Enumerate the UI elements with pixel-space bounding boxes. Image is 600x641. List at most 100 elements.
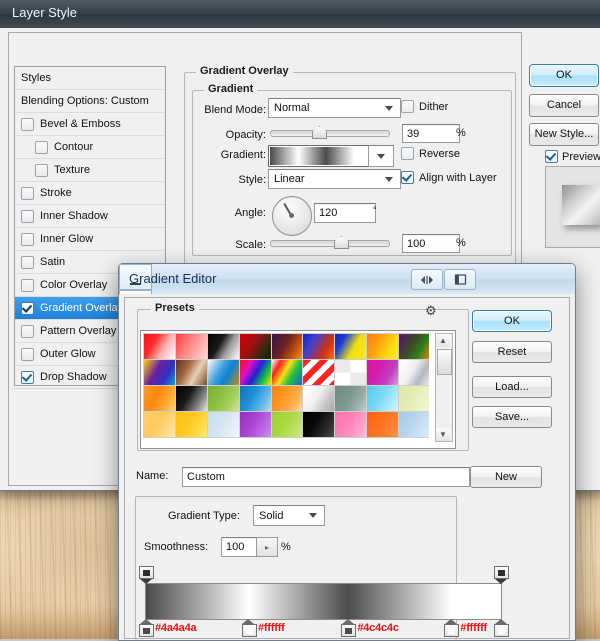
opacity-stop[interactable]: [494, 566, 507, 581]
preset-swatch[interactable]: [302, 411, 335, 438]
preset-swatch[interactable]: [239, 385, 272, 412]
dither-checkbox-row[interactable]: Dither: [401, 100, 448, 113]
sidebar-item-inner-glow[interactable]: Inner Glow: [15, 228, 165, 251]
preset-swatch[interactable]: [398, 333, 429, 360]
sidebar-item-bevel-emboss[interactable]: Bevel & Emboss: [15, 113, 165, 136]
angle-dial[interactable]: [272, 196, 312, 236]
reverse-checkbox[interactable]: [401, 147, 414, 160]
effect-checkbox[interactable]: [21, 325, 34, 338]
preset-swatch[interactable]: [302, 333, 335, 360]
gradient-name-input[interactable]: Custom: [182, 467, 470, 487]
preset-swatch[interactable]: [143, 333, 176, 360]
preset-swatch[interactable]: [175, 385, 208, 412]
effect-checkbox[interactable]: [21, 302, 34, 315]
gradient-editor-save-button[interactable]: Save...: [472, 406, 552, 428]
preset-swatch[interactable]: [207, 411, 240, 438]
scale-slider[interactable]: [270, 240, 390, 247]
preset-swatch[interactable]: [175, 359, 208, 386]
preset-swatch[interactable]: [366, 333, 399, 360]
color-stop[interactable]: [444, 619, 457, 635]
effect-checkbox[interactable]: [21, 187, 34, 200]
gradient-style-select[interactable]: Linear: [268, 169, 401, 189]
preset-swatch[interactable]: [239, 333, 272, 360]
sidebar-item-blending-options[interactable]: Blending Options: Custom: [15, 90, 165, 113]
scrollbar-thumb[interactable]: [437, 349, 452, 375]
color-stop[interactable]: [242, 619, 255, 635]
color-stop[interactable]: [494, 619, 507, 635]
new-style-button[interactable]: New Style...: [529, 123, 599, 146]
gradient-preview-button[interactable]: [268, 145, 370, 167]
preset-swatch[interactable]: [334, 359, 367, 386]
scroll-up-button[interactable]: ▲: [436, 334, 450, 347]
effect-checkbox[interactable]: [21, 118, 34, 131]
effect-checkbox[interactable]: [21, 233, 34, 246]
preset-swatch[interactable]: [334, 333, 367, 360]
reverse-checkbox-row[interactable]: Reverse: [401, 147, 460, 160]
preset-swatch[interactable]: [334, 411, 367, 438]
gradient-editor-load-button[interactable]: Load...: [472, 376, 552, 398]
preview-checkbox[interactable]: [545, 150, 558, 163]
preset-swatch[interactable]: [143, 359, 176, 386]
preset-swatch[interactable]: [366, 359, 399, 386]
scroll-down-button[interactable]: ▼: [436, 428, 450, 441]
preset-swatch[interactable]: [302, 385, 335, 412]
effect-checkbox[interactable]: [21, 210, 34, 223]
smoothness-stepper[interactable]: ▸: [256, 537, 278, 557]
opacity-input[interactable]: 39: [402, 124, 460, 143]
nav-arrows-icon[interactable]: [411, 269, 443, 290]
preset-swatch[interactable]: [271, 359, 304, 386]
preset-swatch[interactable]: [143, 411, 176, 438]
color-stop[interactable]: [139, 619, 152, 635]
opacity-slider[interactable]: [270, 130, 390, 137]
preset-swatch[interactable]: [143, 385, 176, 412]
gradient-editor-ok-button[interactable]: OK: [472, 310, 552, 332]
gear-icon[interactable]: ⚙: [425, 303, 437, 319]
gradient-strip[interactable]: [145, 583, 502, 620]
effect-checkbox[interactable]: [21, 348, 34, 361]
gradient-type-select[interactable]: Solid: [253, 505, 325, 526]
angle-input[interactable]: 120: [314, 203, 376, 223]
preset-swatch[interactable]: [271, 333, 304, 360]
preset-swatch[interactable]: [207, 333, 240, 360]
effect-checkbox[interactable]: [21, 279, 34, 292]
effect-checkbox[interactable]: [35, 164, 48, 177]
effect-checkbox[interactable]: [21, 371, 34, 384]
preset-swatch[interactable]: [207, 359, 240, 386]
layer-style-titlebar[interactable]: Layer Style: [0, 0, 600, 28]
layer-style-cancel-button[interactable]: Cancel: [529, 94, 599, 117]
preview-checkbox-row[interactable]: Preview: [545, 150, 600, 163]
preset-swatch[interactable]: [175, 333, 208, 360]
dock-icon[interactable]: [444, 269, 476, 290]
color-stop[interactable]: [341, 619, 354, 635]
presets-swatch-box[interactable]: ▲ ▼: [140, 330, 456, 449]
gradient-editor-reset-button[interactable]: Reset: [472, 341, 552, 363]
new-gradient-button[interactable]: New: [470, 466, 542, 488]
preset-swatch[interactable]: [239, 359, 272, 386]
align-with-layer-row[interactable]: Align with Layer: [401, 171, 497, 184]
preset-swatch[interactable]: [239, 411, 272, 438]
preset-swatch[interactable]: [366, 385, 399, 412]
effect-checkbox[interactable]: [35, 141, 48, 154]
effect-checkbox[interactable]: [21, 256, 34, 269]
preset-swatch[interactable]: [366, 411, 399, 438]
preset-swatch[interactable]: [398, 385, 429, 412]
preset-swatch[interactable]: [398, 359, 429, 386]
sidebar-item-texture[interactable]: Texture: [15, 159, 165, 182]
preset-swatch[interactable]: [271, 385, 304, 412]
gradient-editor-titlebar[interactable]: Gradient Editor ✕: [119, 264, 575, 295]
preset-swatch[interactable]: [271, 411, 304, 438]
dither-checkbox[interactable]: [401, 100, 414, 113]
preset-swatch[interactable]: [398, 411, 429, 438]
presets-scrollbar[interactable]: ▲ ▼: [435, 333, 453, 442]
scale-input[interactable]: 100: [402, 234, 460, 253]
align-with-layer-checkbox[interactable]: [401, 171, 414, 184]
gradient-picker-dropdown[interactable]: [368, 145, 394, 167]
preset-swatch[interactable]: [207, 385, 240, 412]
opacity-stop[interactable]: [139, 566, 152, 581]
sidebar-item-stroke[interactable]: Stroke: [15, 182, 165, 205]
preset-swatch[interactable]: [175, 411, 208, 438]
preset-swatch[interactable]: [334, 385, 367, 412]
sidebar-item-contour[interactable]: Contour: [15, 136, 165, 159]
sidebar-item-inner-shadow[interactable]: Inner Shadow: [15, 205, 165, 228]
preset-swatch[interactable]: [302, 359, 335, 386]
